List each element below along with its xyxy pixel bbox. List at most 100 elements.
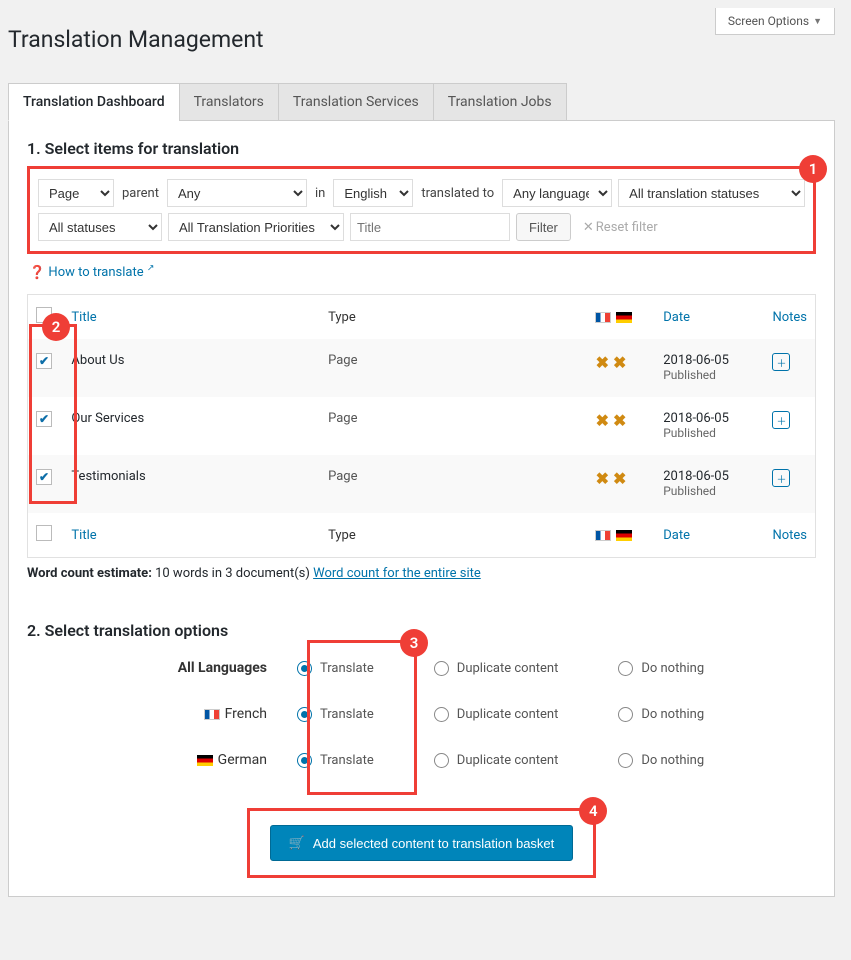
- howto-label: How to translate: [48, 265, 143, 280]
- radio-all-nothing[interactable]: Do nothing: [618, 661, 704, 676]
- radio-de-nothing[interactable]: Do nothing: [618, 753, 704, 768]
- col-type: Type: [320, 513, 586, 558]
- row-date: 2018-06-05: [663, 353, 729, 368]
- filter-parent[interactable]: Any: [167, 179, 307, 207]
- note-icon[interactable]: ＋: [772, 469, 790, 487]
- select-all-bottom[interactable]: [36, 525, 52, 541]
- row-checkbox[interactable]: [36, 411, 52, 427]
- radio-all-duplicate[interactable]: Duplicate content: [434, 661, 559, 676]
- section2-title: 2. Select translation options: [27, 621, 816, 640]
- status-missing-icon: ✖: [613, 353, 626, 372]
- lang-all-label: All Languages: [27, 660, 297, 676]
- radio-fr-duplicate[interactable]: Duplicate content: [434, 707, 559, 722]
- col-date[interactable]: Date: [663, 310, 690, 325]
- filter-lang-from[interactable]: English: [333, 179, 413, 207]
- row-checkbox[interactable]: [36, 353, 52, 369]
- callout-4: 4: [579, 797, 607, 825]
- col-date[interactable]: Date: [663, 528, 690, 543]
- filter-tr-status[interactable]: All translation statuses: [618, 179, 805, 207]
- external-link-icon: ↗: [147, 264, 155, 274]
- radio-fr-translate[interactable]: Translate: [297, 707, 374, 722]
- howto-row: ❓ How to translate ↗: [29, 264, 816, 280]
- radio-all-translate[interactable]: Translate: [297, 661, 374, 676]
- flag-fr-icon: [595, 312, 611, 323]
- row-date: 2018-06-05: [663, 469, 729, 484]
- options-grid: 3 All Languages Translate Duplicate cont…: [27, 660, 816, 768]
- dashboard-panel: 1. Select items for translation 1 Page p…: [8, 121, 835, 897]
- status-missing-icon: ✖: [596, 469, 609, 488]
- help-icon: ❓: [29, 265, 45, 280]
- flag-fr-icon: [595, 530, 611, 541]
- tab-translators[interactable]: Translators: [179, 83, 278, 121]
- chevron-down-icon: ▼: [813, 16, 822, 27]
- status-missing-icon: ✖: [596, 353, 609, 372]
- cart-icon: 🛒: [289, 835, 305, 851]
- filter-lang-to[interactable]: Any language: [502, 179, 612, 207]
- radio-row-all: Translate Duplicate content Do nothing: [297, 661, 816, 676]
- row-title[interactable]: Testimonials: [63, 455, 320, 513]
- col-title[interactable]: Title: [71, 310, 96, 325]
- radio-de-duplicate[interactable]: Duplicate content: [434, 753, 559, 768]
- filter-box: 1 Page parent Any in English translated …: [27, 166, 816, 254]
- page-title: Translation Management: [8, 26, 835, 53]
- radio-de-translate[interactable]: Translate: [297, 753, 374, 768]
- wordcount-link[interactable]: Word count for the entire site: [313, 566, 481, 581]
- tab-jobs[interactable]: Translation Jobs: [433, 83, 567, 121]
- callout-1: 1: [799, 155, 827, 183]
- row-type: Page: [320, 455, 586, 513]
- flag-de-icon: [616, 530, 632, 541]
- filter-type[interactable]: Page: [38, 179, 114, 207]
- items-table: Title Type Date Notes About Us Page ✖✖: [27, 294, 816, 558]
- wordcount-text: 10 words in 3 document(s): [155, 566, 310, 581]
- status-missing-icon: ✖: [596, 411, 609, 430]
- basket-wrap: 4 🛒 Add selected content to translation …: [27, 808, 816, 878]
- row-title[interactable]: Our Services: [63, 397, 320, 455]
- filter-priorities[interactable]: All Translation Priorities: [168, 213, 344, 241]
- tab-dashboard[interactable]: Translation Dashboard: [8, 83, 179, 121]
- screen-options-label: Screen Options: [728, 14, 809, 28]
- label-parent: parent: [120, 186, 161, 201]
- filter-status[interactable]: All statuses: [38, 213, 162, 241]
- row-status: Published: [663, 484, 716, 498]
- radio-row-fr: Translate Duplicate content Do nothing: [297, 707, 816, 722]
- label-in: in: [313, 186, 327, 201]
- row-checkbox[interactable]: [36, 469, 52, 485]
- filter-button[interactable]: Filter: [516, 213, 571, 241]
- col-type: Type: [320, 295, 586, 340]
- tab-services[interactable]: Translation Services: [278, 83, 433, 121]
- lang-de-label: German: [27, 752, 297, 768]
- radio-row-de: Translate Duplicate content Do nothing: [297, 753, 816, 768]
- row-status: Published: [663, 426, 716, 440]
- col-notes: Notes: [764, 513, 815, 558]
- items-table-wrap: Title Type Date Notes About Us Page ✖✖: [27, 294, 816, 558]
- add-to-basket-button[interactable]: 🛒 Add selected content to translation ba…: [270, 825, 574, 861]
- table-row: Testimonials Page ✖✖ 2018-06-05Published…: [28, 455, 816, 513]
- reset-filter-link[interactable]: ✕ Reset filter: [583, 220, 658, 235]
- reset-filter-label: Reset filter: [596, 220, 658, 235]
- col-title[interactable]: Title: [71, 528, 96, 543]
- note-icon[interactable]: ＋: [772, 353, 790, 371]
- flag-fr-icon: [204, 709, 220, 720]
- section1-title: 1. Select items for translation: [27, 139, 816, 158]
- status-missing-icon: ✖: [613, 411, 626, 430]
- radio-fr-nothing[interactable]: Do nothing: [618, 707, 704, 722]
- note-icon[interactable]: ＋: [772, 411, 790, 429]
- lang-fr-label: French: [27, 706, 297, 722]
- flag-de-icon: [616, 312, 632, 323]
- filter-title-input[interactable]: [350, 213, 510, 241]
- row-status: Published: [663, 368, 716, 382]
- close-icon: ✕: [583, 220, 594, 235]
- row-type: Page: [320, 397, 586, 455]
- label-to: translated to: [419, 186, 496, 201]
- row-type: Page: [320, 339, 586, 397]
- callout-4-frame: 4 🛒 Add selected content to translation …: [247, 808, 597, 878]
- basket-btn-label: Add selected content to translation bask…: [313, 836, 554, 851]
- howto-link[interactable]: How to translate ↗: [48, 265, 154, 280]
- tab-bar: Translation Dashboard Translators Transl…: [8, 83, 835, 121]
- select-all-top[interactable]: [36, 307, 52, 323]
- screen-options-button[interactable]: Screen Options ▼: [715, 8, 835, 35]
- status-missing-icon: ✖: [613, 469, 626, 488]
- row-title[interactable]: About Us: [63, 339, 320, 397]
- table-row: Our Services Page ✖✖ 2018-06-05Published…: [28, 397, 816, 455]
- col-notes: Notes: [764, 295, 815, 340]
